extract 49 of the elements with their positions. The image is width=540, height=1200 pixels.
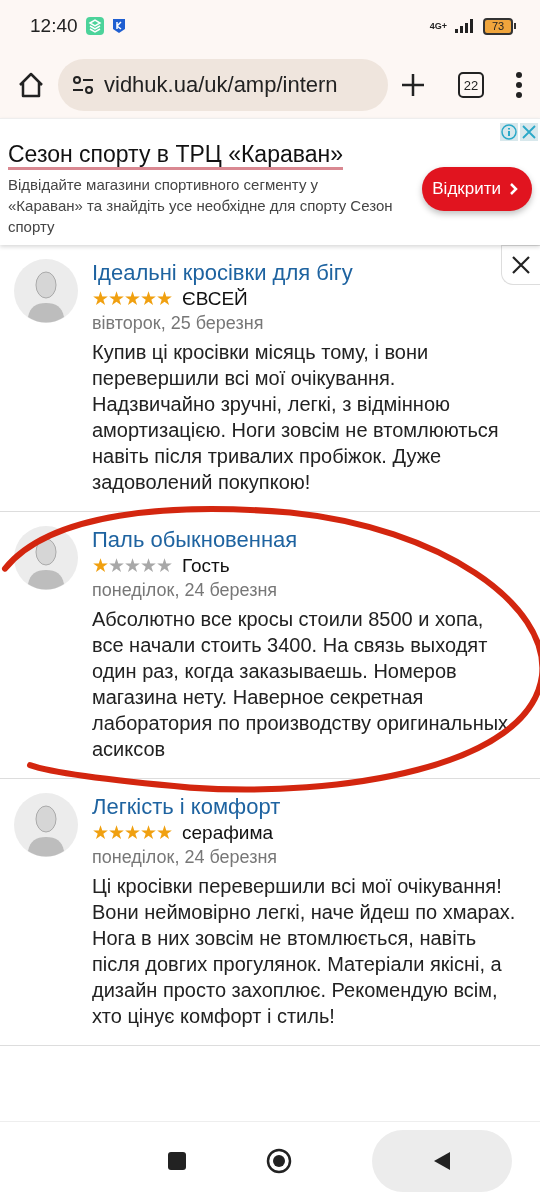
shield-icon <box>111 18 126 34</box>
filled-star-icon: ★ <box>124 287 140 311</box>
filled-star-icon: ★ <box>92 821 108 845</box>
review-author: ЄВСЕЙ <box>182 287 248 311</box>
site-settings-icon[interactable] <box>72 75 94 95</box>
filled-star-icon: ★ <box>124 821 140 845</box>
filled-star-icon: ★ <box>140 821 156 845</box>
empty-star-icon: ★ <box>156 554 172 578</box>
empty-star-icon: ★ <box>140 554 156 578</box>
filled-star-icon: ★ <box>108 821 124 845</box>
filled-star-icon: ★ <box>140 287 156 311</box>
ad-text: Відвідайте магазини спортивного сегменту у «Караван» та знайдіть усе необхідне для спорту Сезон спорту <box>8 175 393 237</box>
filled-star-icon: ★ <box>156 287 172 311</box>
review-text: Ці кросівки перевершили всі мої очікування! Вони неймовірно легкі, наче йдеш по хмарах. Нога в них зовсім не втомлюється, навіть після довгих прогулянок. Матеріали якісні, а дизайн просто захоплює. Рекомендую всім, хто цінує комфорт і стиль! <box>92 874 517 1029</box>
signal-icon <box>455 19 475 33</box>
review-title[interactable]: Легкість і комфорт <box>92 793 281 821</box>
review-date: вівторок, 25 березня <box>92 312 265 335</box>
avatar-icon <box>14 526 78 590</box>
home-button-icon[interactable] <box>266 1148 292 1174</box>
review-title[interactable]: Ідеальні кросівки для бігу <box>92 259 353 287</box>
app-icon <box>85 17 104 35</box>
new-tab-icon[interactable] <box>400 72 426 98</box>
recent-apps-icon[interactable] <box>168 1152 186 1170</box>
filled-star-icon: ★ <box>92 554 108 578</box>
close-icon[interactable] <box>511 255 531 275</box>
clock: 12:40 <box>30 15 78 37</box>
review-author: Гость <box>182 554 230 578</box>
review-text: Абсолютно все кросы стоили 8500 и хопа, все начали стоить 3400. На связь выходят один раз, когда заказываешь. Номеров магазина нету. Наверное секретная лаборатория по производству оригинальных асиксов <box>92 607 510 762</box>
menu-icon[interactable] <box>516 72 522 98</box>
battery-icon: 73 <box>483 17 513 35</box>
avatar-icon <box>14 793 78 857</box>
review-title[interactable]: Паль обыкновенная <box>92 526 298 554</box>
address-bar[interactable]: vidhuk.ua/uk/amp/intern <box>58 59 388 111</box>
review-date: понеділок, 24 березня <box>92 579 279 602</box>
back-icon <box>432 1150 452 1172</box>
filled-star-icon: ★ <box>108 287 124 311</box>
ad-title[interactable]: Сезон спорту в ТРЦ «Караван» <box>8 141 343 170</box>
empty-star-icon: ★ <box>124 554 140 578</box>
filled-star-icon: ★ <box>156 821 172 845</box>
network-label: 4G+ <box>429 21 447 31</box>
empty-star-icon: ★ <box>108 554 124 578</box>
avatar-icon <box>14 259 78 323</box>
open-button[interactable]: Відкрити <box>422 167 532 211</box>
chevron-icon <box>509 182 518 196</box>
filled-star-icon: ★ <box>92 287 108 311</box>
review-author: серафима <box>182 821 274 845</box>
review-date: понеділок, 24 березня <box>92 846 279 869</box>
tab-count-button[interactable]: 22 <box>458 72 484 98</box>
review-text: Купив ці кросівки місяць тому, і вони перевершили всі мої очікування. Надзвичайно зручні, легкі, з відмінною амортизацією. Ноги зовсім не втомлюються навіть після тривалих пробіжок. Дуже задоволений покупкою! <box>92 340 500 495</box>
